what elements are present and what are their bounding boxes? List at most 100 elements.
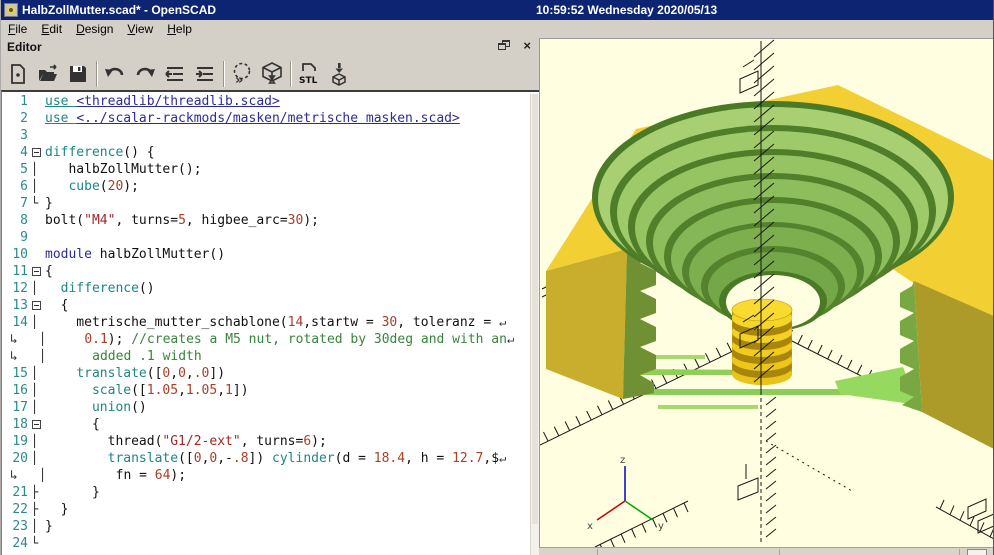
fold-column: │ <box>31 280 45 297</box>
code-row: 13 { <box>2 297 514 314</box>
code-row: 22├ } <box>2 501 514 518</box>
menu-item-edit[interactable]: Edit <box>34 21 69 37</box>
line-number: 16 <box>2 382 31 399</box>
editor-panel-header: Editor × <box>1 38 539 56</box>
line-number: 15 <box>2 365 31 382</box>
code-row: 21├ } <box>2 484 514 501</box>
editor-toolbar: » STL <box>3 57 354 90</box>
preview-icon: » <box>229 61 255 87</box>
line-number: 23 <box>2 518 31 535</box>
fold-column[interactable] <box>31 297 45 314</box>
render-icon <box>259 61 285 87</box>
viewport-pane: z x y <box>539 38 994 555</box>
menu-item-design[interactable]: Design <box>69 21 120 37</box>
open-file-button[interactable] <box>33 60 63 88</box>
code-text: 0.1); //creates a M5 nut, rotated by 30d… <box>53 331 514 348</box>
preview-button[interactable]: » <box>227 60 257 88</box>
line-number: 14 <box>2 314 31 331</box>
code-row: 24└ <box>2 535 514 552</box>
fold-column <box>31 93 45 110</box>
code-row: ↳│ 0.1); //creates a M5 nut, rotated by … <box>2 331 514 348</box>
code-text: translate([0,0,-.8]) cylinder(d = 18.4, … <box>45 450 506 467</box>
svg-text:»: » <box>235 73 243 87</box>
code-text: } <box>45 195 53 212</box>
fold-column[interactable] <box>31 263 45 280</box>
code-row: 20│ translate([0,0,-.8]) cylinder(d = 18… <box>2 450 514 467</box>
toolbar-separator <box>96 61 97 87</box>
fold-column: └ <box>31 535 45 552</box>
close-panel-icon[interactable]: × <box>523 38 531 53</box>
fold-column: │ <box>31 433 45 450</box>
fold-column: │ <box>31 314 45 331</box>
code-text: { <box>45 416 100 433</box>
fold-column: ├ <box>31 484 45 501</box>
fold-column: │ <box>31 399 45 416</box>
window-title: HalbZollMutter.scad* - OpenSCAD <box>22 3 216 17</box>
menu-item-file[interactable]: File <box>1 21 34 37</box>
editor-panel-title: Editor <box>7 40 42 54</box>
menu-bar: FileEditDesignViewHelp <box>1 20 993 39</box>
wrap-continuation-marker: ↳ <box>2 331 39 348</box>
line-number: 6 <box>2 178 31 195</box>
fold-column[interactable] <box>31 144 45 161</box>
fold-toggle-icon <box>32 267 41 276</box>
code-text: } <box>45 501 68 518</box>
x-axis-label: x <box>587 521 593 532</box>
unindent-icon <box>163 63 187 85</box>
line-number: 17 <box>2 399 31 416</box>
code-text: module halbZollMutter() <box>45 246 225 263</box>
code-row: 10module halbZollMutter() <box>2 246 514 263</box>
code-row: 15│ translate([0,0,.0]) <box>2 365 514 382</box>
export-stl-button[interactable]: STL <box>294 60 324 88</box>
line-number: 1 <box>2 93 31 110</box>
fold-column: └ <box>31 195 45 212</box>
code-row: 2 use <../scalar-rackmods/masken/metrisch… <box>2 110 514 127</box>
code-text: scale([1.05,1.05,1]) <box>45 382 249 399</box>
viewport-3d[interactable]: z x y <box>539 38 994 549</box>
code-text: use <../scalar-rackmods/masken/metrische… <box>45 110 460 127</box>
wrap-continuation-marker: ↳ <box>2 467 39 484</box>
float-panel-icon[interactable] <box>498 40 511 52</box>
viewport-scrollbar[interactable] <box>539 547 994 555</box>
line-number: 22 <box>2 501 31 518</box>
code-text: added .1 width <box>53 348 202 365</box>
fold-column[interactable] <box>31 416 45 433</box>
undo-button[interactable] <box>100 60 130 88</box>
title-clock: 10:59:52 Wednesday 2020/05/13 <box>536 0 717 20</box>
print-3d-button[interactable] <box>324 60 354 88</box>
fold-column: │ <box>39 467 53 484</box>
fold-toggle-icon <box>32 148 41 157</box>
redo-button[interactable] <box>130 60 160 88</box>
line-number: 7 <box>2 195 31 212</box>
code-text: { <box>45 297 68 314</box>
fold-column <box>31 127 45 144</box>
code-row: 6│ cube(20); <box>2 178 514 195</box>
code-text: difference() <box>45 280 155 297</box>
code-row: 9 <box>2 229 514 246</box>
save-file-button[interactable] <box>63 60 93 88</box>
code-row: 19│ thread("G1/2-ext", turns=6); <box>2 433 514 450</box>
fold-column: │ <box>31 178 45 195</box>
line-number: 20 <box>2 450 31 467</box>
menu-item-view[interactable]: View <box>120 21 160 37</box>
line-number: 9 <box>2 229 31 246</box>
wrap-mark-icon: ↵ <box>499 315 506 329</box>
code-rows: 1 use <threadlib/threadlib.scad> 2 use <../… <box>2 93 514 552</box>
export-stl-icon: STL <box>296 61 322 87</box>
code-editor[interactable]: 1 use <threadlib/threadlib.scad> 2 use <../… <box>1 90 539 555</box>
indent-button[interactable] <box>190 60 220 88</box>
wrap-continuation-marker: ↳ <box>2 348 39 365</box>
indent-icon <box>193 63 217 85</box>
code-text: use <threadlib/threadlib.scad> <box>45 93 280 110</box>
render-button[interactable] <box>257 60 287 88</box>
new-file-button[interactable] <box>3 60 33 88</box>
code-row: 11{ <box>2 263 514 280</box>
title-bar: HalbZollMutter.scad* - OpenSCAD 10:59:52… <box>1 0 993 20</box>
unindent-button[interactable] <box>160 60 190 88</box>
code-row: 14│ metrische_mutter_schablone(14,startw… <box>2 314 514 331</box>
line-number: 2 <box>2 110 31 127</box>
scrollbar-grip[interactable] <box>967 549 987 555</box>
editor-vertical-scrollbar[interactable] <box>530 94 539 555</box>
menu-item-help[interactable]: Help <box>160 21 199 37</box>
code-row: 3 <box>2 127 514 144</box>
